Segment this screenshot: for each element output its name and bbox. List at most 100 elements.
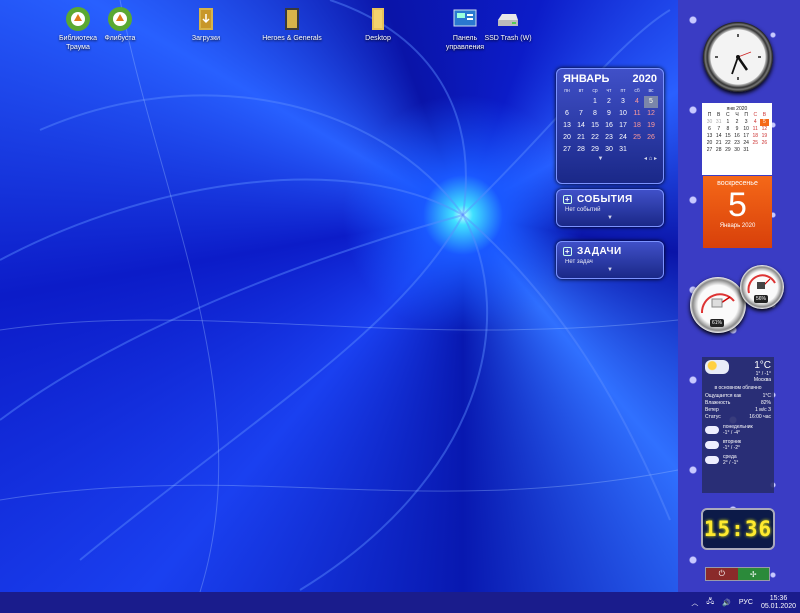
calendar-day[interactable]: 10 bbox=[616, 108, 630, 120]
weather-gadget[interactable]: 1°С 1° / -1° Москва в основном облачно О… bbox=[702, 357, 774, 493]
calendar-day[interactable]: 20 bbox=[560, 132, 574, 144]
mini-calendar-day[interactable]: 9 bbox=[732, 126, 741, 133]
calendar-day[interactable]: 16 bbox=[602, 120, 616, 132]
desktop-icon-label: Загрузки bbox=[191, 35, 221, 42]
day-card[interactable]: воскресенье 5 Январь 2020 bbox=[703, 176, 772, 248]
mini-calendar-day[interactable]: 11 bbox=[751, 126, 760, 133]
digital-clock[interactable]: 15:36 bbox=[701, 508, 775, 550]
mini-calendar-day[interactable]: 21 bbox=[714, 140, 723, 147]
calendar-day[interactable]: 3 bbox=[616, 96, 630, 108]
network-icon[interactable]: 🖧 bbox=[706, 597, 714, 608]
mini-calendar-day[interactable]: 10 bbox=[742, 126, 751, 133]
calendar-day[interactable]: 22 bbox=[588, 132, 602, 144]
calendar-day[interactable]: 9 bbox=[602, 108, 616, 120]
shutdown-gadget[interactable]: ⏻ ✢ bbox=[705, 567, 770, 581]
mini-calendar-day[interactable]: 8 bbox=[723, 126, 732, 133]
mini-calendar-day[interactable]: 22 bbox=[723, 140, 732, 147]
calendar-day[interactable]: 29 bbox=[588, 144, 602, 156]
calendar-day[interactable]: 8 bbox=[588, 108, 602, 120]
calendar-day[interactable]: 14 bbox=[574, 120, 588, 132]
calendar-day[interactable]: 21 bbox=[574, 132, 588, 144]
calendar-gadget[interactable]: ЯНВАРЬ 2020 пн вт ср чт пт сб вс 1 2 3 4 5 6 7 8 9 10 11 1… bbox=[556, 68, 664, 184]
mini-calendar-day[interactable]: 3 bbox=[742, 119, 751, 126]
calendar-day[interactable]: 7 bbox=[574, 108, 588, 120]
restart-icon[interactable]: ✢ bbox=[737, 568, 769, 580]
mini-calendar-day[interactable]: 7 bbox=[714, 126, 723, 133]
mini-calendar-day[interactable]: 6 bbox=[705, 126, 714, 133]
mini-calendar-day[interactable]: 26 bbox=[760, 140, 769, 147]
mini-calendar-day[interactable]: 28 bbox=[714, 147, 723, 154]
mini-calendar-day[interactable]: 20 bbox=[705, 140, 714, 147]
expand-arrow-icon[interactable]: ▼ ◂ ⌂ ▸ bbox=[557, 156, 663, 162]
calendar-day[interactable]: 25 bbox=[630, 132, 644, 144]
desktop-icon-desktop[interactable]: Desktop bbox=[348, 6, 408, 43]
mini-calendar-day[interactable]: 2 bbox=[732, 119, 741, 126]
calendar-day[interactable]: 19 bbox=[644, 120, 658, 132]
mini-calendar-day[interactable]: 24 bbox=[742, 140, 751, 147]
calendar-day[interactable]: 11 bbox=[630, 108, 644, 120]
calendar-day[interactable]: 28 bbox=[574, 144, 588, 156]
volume-icon[interactable]: 🔊 bbox=[722, 599, 731, 607]
add-task-icon[interactable]: + bbox=[563, 247, 572, 256]
mini-calendar-day[interactable]: 23 bbox=[732, 140, 741, 147]
mini-calendar-day[interactable]: 5 bbox=[759, 119, 769, 126]
cloudy-weather-icon bbox=[705, 360, 729, 374]
expand-arrow-icon[interactable]: ▼ bbox=[557, 267, 663, 273]
mini-calendar-day[interactable]: 17 bbox=[742, 133, 751, 140]
add-event-icon[interactable]: + bbox=[563, 195, 572, 204]
mini-calendar[interactable]: янв 2020 П В С Ч П С В 30 31 1 2 3 4 5 6 7 8 9 10 11 12 13 14 1… bbox=[702, 103, 772, 175]
mini-calendar-day[interactable]: 1 bbox=[723, 119, 732, 126]
mini-calendar-day[interactable] bbox=[760, 147, 769, 154]
calendar-day[interactable]: 26 bbox=[644, 132, 658, 144]
mini-calendar-day[interactable]: 30 bbox=[732, 147, 741, 154]
mini-calendar-day[interactable]: 13 bbox=[705, 133, 714, 140]
calendar-day[interactable]: 12 bbox=[644, 108, 658, 120]
mini-weekday-label: С bbox=[726, 112, 730, 118]
mini-calendar-day[interactable]: 18 bbox=[751, 133, 760, 140]
memory-gauge[interactable]: 56% bbox=[740, 265, 784, 309]
calendar-day[interactable]: 1 bbox=[588, 96, 602, 108]
mini-calendar-day[interactable] bbox=[751, 147, 760, 154]
mini-calendar-day[interactable]: 19 bbox=[760, 133, 769, 140]
desktop-icon-heroes-generals[interactable]: Heroes & Generals bbox=[262, 6, 322, 43]
mini-calendar-day[interactable]: 4 bbox=[751, 119, 760, 126]
calendar-day[interactable]: 27 bbox=[560, 144, 574, 156]
calendar-day[interactable]: 31 bbox=[616, 144, 630, 156]
mini-calendar-day[interactable]: 29 bbox=[723, 147, 732, 154]
mini-calendar-day[interactable]: 31 bbox=[742, 147, 751, 154]
events-gadget[interactable]: + СОБЫТИЯ Нет событий ▼ bbox=[556, 189, 664, 227]
calendar-day[interactable]: 4 bbox=[630, 96, 644, 108]
mini-calendar-day[interactable]: 31 bbox=[714, 119, 723, 126]
calendar-day[interactable]: 23 bbox=[602, 132, 616, 144]
calendar-day[interactable]: 6 bbox=[560, 108, 574, 120]
tray-clock[interactable]: 15:36 05.01.2020 bbox=[761, 595, 796, 611]
mini-weekday-label: П bbox=[744, 112, 748, 118]
mini-calendar-day[interactable]: 15 bbox=[723, 133, 732, 140]
tasks-gadget[interactable]: + ЗАДАЧИ Нет задач ▼ bbox=[556, 241, 664, 279]
mini-calendar-day[interactable]: 25 bbox=[751, 140, 760, 147]
mini-calendar-day[interactable]: 14 bbox=[714, 133, 723, 140]
calendar-day[interactable]: 24 bbox=[616, 132, 630, 144]
desktop-icon-ssd-trash[interactable]: SSD Trash (W) bbox=[478, 6, 538, 43]
mini-calendar-day[interactable]: 16 bbox=[732, 133, 741, 140]
weather-row-label: Ощущается как bbox=[705, 393, 742, 399]
mini-calendar-day[interactable]: 12 bbox=[760, 126, 769, 133]
desktop-icon-flibusta[interactable]: Флибуста bbox=[90, 6, 150, 43]
calendar-day[interactable]: 5 bbox=[644, 96, 658, 108]
expand-arrow-icon[interactable]: ▼ bbox=[557, 215, 663, 221]
calendar-day[interactable]: 13 bbox=[560, 120, 574, 132]
calendar-day[interactable]: 18 bbox=[630, 120, 644, 132]
language-indicator[interactable]: РУС bbox=[739, 599, 753, 606]
power-icon[interactable]: ⏻ bbox=[706, 568, 738, 580]
mini-calendar-day[interactable]: 30 bbox=[705, 119, 714, 126]
analog-clock[interactable] bbox=[703, 22, 773, 92]
calendar-day[interactable]: 17 bbox=[616, 120, 630, 132]
calendar-day[interactable]: 30 bbox=[602, 144, 616, 156]
tray-chevron-icon[interactable]: ︿ bbox=[691, 598, 698, 608]
mini-calendar-day[interactable]: 27 bbox=[705, 147, 714, 154]
calendar-day[interactable]: 2 bbox=[602, 96, 616, 108]
calendar-day[interactable]: 15 bbox=[588, 120, 602, 132]
tasks-empty: Нет задач bbox=[565, 259, 593, 265]
desktop-icon-downloads[interactable]: Загрузки bbox=[176, 6, 236, 43]
cpu-gauge[interactable]: 61% bbox=[690, 277, 746, 333]
